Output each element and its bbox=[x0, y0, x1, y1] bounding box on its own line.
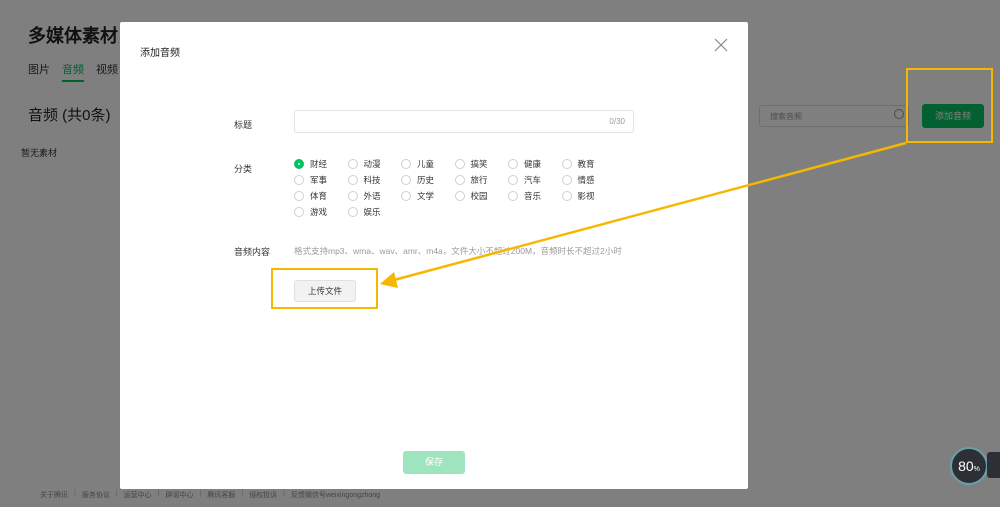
radio-icon bbox=[401, 191, 411, 201]
radio-icon bbox=[508, 175, 518, 185]
category-option-campus[interactable]: 校园 bbox=[454, 188, 509, 204]
category-option-military[interactable]: 军事 bbox=[294, 172, 348, 188]
category-option-label: 科技 bbox=[363, 175, 381, 185]
category-row: 财经 动漫 儿童 搞笑 健康 教育 bbox=[294, 156, 634, 172]
category-option-label: 娱乐 bbox=[363, 207, 381, 217]
category-option-sports[interactable]: 体育 bbox=[294, 188, 348, 204]
category-option-language[interactable]: 外语 bbox=[347, 188, 402, 204]
content-field-label: 音频内容 bbox=[234, 247, 271, 257]
radio-icon bbox=[401, 159, 411, 169]
radio-icon bbox=[347, 207, 358, 217]
category-option-music[interactable]: 音乐 bbox=[508, 188, 562, 204]
category-option-label: 外语 bbox=[363, 191, 381, 201]
radio-icon bbox=[561, 159, 572, 169]
category-option-auto[interactable]: 汽车 bbox=[508, 172, 562, 188]
category-option-label: 军事 bbox=[310, 175, 328, 185]
category-option-label: 校园 bbox=[470, 191, 488, 201]
category-option-label: 旅行 bbox=[470, 175, 488, 185]
category-radio-group: 财经 动漫 儿童 搞笑 健康 教育 军事 科技 历史 旅行 汽车 情感 体育 外… bbox=[294, 156, 634, 220]
category-option-label: 搞笑 bbox=[470, 159, 488, 169]
category-option-emotion[interactable]: 情感 bbox=[561, 172, 616, 188]
category-field-label: 分类 bbox=[234, 164, 253, 174]
radio-icon bbox=[347, 175, 358, 185]
category-row: 军事 科技 历史 旅行 汽车 情感 bbox=[294, 172, 634, 188]
radio-icon bbox=[508, 159, 518, 169]
category-option-anime[interactable]: 动漫 bbox=[347, 156, 402, 172]
category-option-children[interactable]: 儿童 bbox=[401, 156, 455, 172]
close-icon[interactable] bbox=[714, 38, 728, 52]
category-option-film[interactable]: 影视 bbox=[561, 188, 616, 204]
category-option-history[interactable]: 历史 bbox=[401, 172, 455, 188]
highlight-box-add-audio bbox=[906, 68, 993, 143]
category-option-label: 情感 bbox=[577, 175, 595, 185]
dialog-title: 添加音频 bbox=[140, 48, 180, 59]
category-option-label: 影视 bbox=[577, 191, 595, 201]
format-hint: 格式支持mp3、wma、wav、amr、m4a，文件大小不超过200M，音频时长… bbox=[294, 246, 622, 256]
add-audio-dialog: 添加音频 标题 0/30 分类 财经 动漫 儿童 搞笑 健康 教育 军事 科技 … bbox=[120, 22, 748, 489]
radio-icon bbox=[561, 191, 572, 201]
category-option-health[interactable]: 健康 bbox=[508, 156, 562, 172]
category-option-label: 音乐 bbox=[524, 191, 542, 201]
category-row: 游戏 娱乐 bbox=[294, 204, 634, 220]
radio-icon bbox=[347, 191, 358, 201]
radio-icon bbox=[454, 191, 465, 201]
speed-unit: % bbox=[973, 466, 980, 473]
speed-value: 80 bbox=[958, 458, 974, 474]
radio-checked-icon bbox=[294, 159, 304, 169]
category-option-label: 教育 bbox=[577, 159, 595, 169]
category-option-label: 健康 bbox=[524, 159, 542, 169]
save-button: 保存 bbox=[403, 451, 465, 474]
category-option-tech[interactable]: 科技 bbox=[347, 172, 402, 188]
category-option-label: 儿童 bbox=[417, 159, 435, 169]
radio-icon bbox=[454, 175, 465, 185]
title-field-label: 标题 bbox=[234, 120, 253, 130]
category-option-education[interactable]: 教育 bbox=[561, 156, 616, 172]
radio-icon bbox=[508, 191, 518, 201]
category-option-literature[interactable]: 文学 bbox=[401, 188, 455, 204]
category-option-label: 文学 bbox=[417, 191, 435, 201]
category-option-label: 游戏 bbox=[310, 207, 328, 217]
radio-icon bbox=[294, 191, 304, 201]
category-option-entertainment[interactable]: 娱乐 bbox=[347, 204, 402, 220]
radio-icon bbox=[454, 159, 465, 169]
category-row: 体育 外语 文学 校园 音乐 影视 bbox=[294, 188, 634, 204]
radio-icon bbox=[294, 207, 304, 217]
category-option-label: 动漫 bbox=[363, 159, 381, 169]
side-panel-tab[interactable] bbox=[987, 452, 1000, 478]
highlight-box-upload bbox=[271, 268, 378, 309]
category-option-finance[interactable]: 财经 bbox=[294, 156, 348, 172]
title-char-counter: 0/30 bbox=[609, 117, 625, 126]
radio-icon bbox=[401, 175, 411, 185]
radio-icon bbox=[294, 175, 304, 185]
category-option-label: 财经 bbox=[310, 159, 328, 169]
radio-icon bbox=[561, 175, 572, 185]
category-option-label: 历史 bbox=[417, 175, 435, 185]
radio-icon bbox=[347, 159, 358, 169]
category-option-games[interactable]: 游戏 bbox=[294, 204, 348, 220]
category-option-travel[interactable]: 旅行 bbox=[454, 172, 509, 188]
category-option-comedy[interactable]: 搞笑 bbox=[454, 156, 509, 172]
title-input[interactable]: 0/30 bbox=[294, 110, 634, 133]
speed-widget[interactable]: 80% bbox=[950, 447, 988, 485]
category-option-label: 体育 bbox=[310, 191, 328, 201]
category-option-label: 汽车 bbox=[524, 175, 542, 185]
